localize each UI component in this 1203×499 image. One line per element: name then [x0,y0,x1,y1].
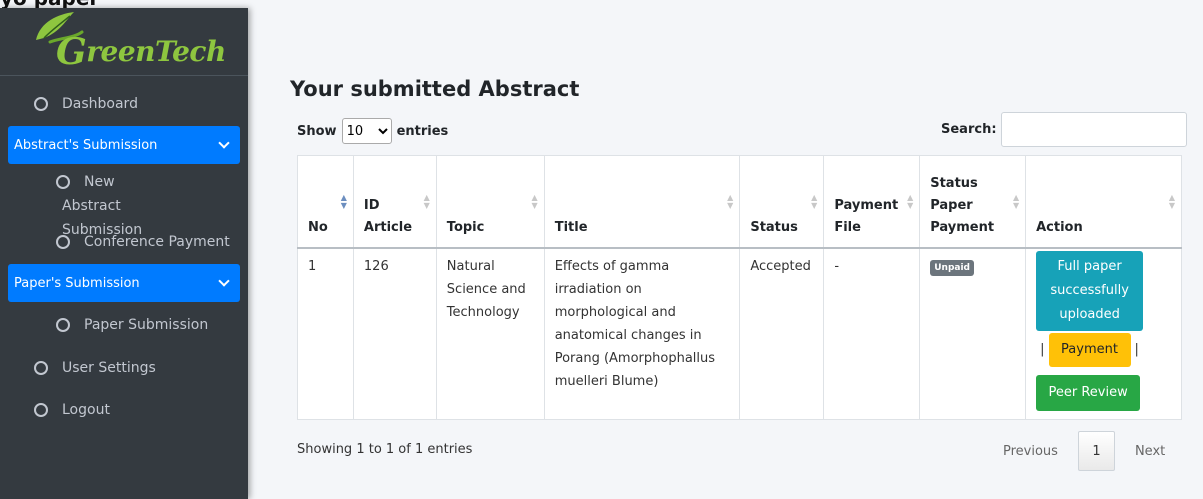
peer-review-button[interactable]: Peer Review [1036,374,1141,411]
pagination: Previous 1 Next [1003,431,1165,471]
show-label: Show [297,123,337,139]
chevron-down-icon [218,137,230,149]
sidebar-item-label: Paper Submission [84,317,209,333]
separator: | [1134,342,1139,357]
column-header-payment-file[interactable]: Payment File ▲ ▼ [823,155,921,248]
column-header-status-paper-payment[interactable]: Status Paper Payment ▲ ▼ [919,155,1027,248]
brand-name: GreenTech [56,31,226,73]
full-paper-uploaded-button[interactable]: Full paper successfully uploaded [1036,250,1144,331]
column-header-status[interactable]: Status ▲ ▼ [739,155,825,248]
column-header-id-article[interactable]: ID Article ▲ ▼ [352,155,437,248]
column-header-action[interactable]: Action ▲ ▼ [1025,155,1182,248]
cell-topic: Natural Science and Technology [435,246,545,420]
page-1-button[interactable]: 1 [1077,431,1115,471]
sidebar-item-new-abstract-submission[interactable]: New Abstract Submission [0,170,248,238]
sidebar-item-label: Abstract's Submission [14,137,158,153]
entries-label: entries [396,123,449,139]
sidebar-item-label: User Settings [62,360,156,376]
sidebar-item-label: Logout [62,402,110,418]
cell-id-article: 126 [352,246,437,420]
table-row: 1 126 Natural Science and Technology Eff… [297,246,1182,420]
chevron-down-icon [218,275,230,287]
column-header-title[interactable]: Title ▲ ▼ [543,155,741,248]
sort-icon: ▲ ▼ [727,193,734,210]
sort-asc-icon: ▲ ▼ [340,193,347,210]
table-search: Search: [941,112,1187,147]
search-input[interactable] [1000,112,1187,147]
sort-icon: ▲ ▼ [531,193,538,210]
abstract-table: No ▲ ▼ ID Article ▲ ▼ Topic ▲ ▼ Title ▲ ▼ Status… [297,155,1182,420]
circle-icon [34,403,48,417]
sidebar-item-abstract-submission[interactable]: Abstract's Submission [8,126,240,164]
sidebar: GreenTech Dashboard Abstract's Submissio… [0,8,248,499]
unpaid-badge: Unpaid [930,259,974,276]
sidebar-item-paper-submission-group[interactable]: Paper's Submission [8,264,240,302]
circle-icon [34,361,48,375]
payment-button[interactable]: Payment [1048,332,1131,367]
column-header-topic[interactable]: Topic ▲ ▼ [435,155,545,248]
sidebar-item-label: Conference Payment [84,234,230,250]
sort-icon: ▲ ▼ [1168,193,1175,210]
cell-status: Accepted [739,246,825,420]
table-info: Showing 1 to 1 of 1 entries [297,442,473,457]
sort-icon: ▲ ▼ [811,193,818,210]
circle-icon [56,318,70,332]
sidebar-item-label: Paper's Submission [14,275,140,291]
payment-row: | Payment | [1036,332,1171,367]
sidebar-item-label: New Abstract Submission [62,174,143,238]
cell-action: Full paper successfully uploaded | Payme… [1025,246,1182,420]
previous-button[interactable]: Previous [1003,444,1058,459]
sidebar-item-dashboard[interactable]: Dashboard [0,86,248,122]
entries-length-control: Show 10 entries [297,118,448,144]
cell-title: Effects of gamma irradiation on morpholo… [543,246,741,420]
cell-no: 1 [297,246,354,420]
sidebar-item-label: Dashboard [62,96,138,112]
sidebar-nav: Dashboard Abstract's Submission New Abst… [0,86,248,432]
table-header-row: No ▲ ▼ ID Article ▲ ▼ Topic ▲ ▼ Title ▲ ▼ Status… [297,155,1182,248]
sort-icon: ▲ ▼ [1012,193,1020,210]
entries-select[interactable]: 10 [341,118,392,144]
separator: | [1040,342,1045,357]
column-header-no[interactable]: No ▲ ▼ [297,155,354,248]
page-title: Your submitted Abstract [290,77,580,101]
sidebar-item-logout[interactable]: Logout [0,388,248,432]
sidebar-item-paper-submission[interactable]: Paper Submission [0,302,248,348]
circle-icon [34,97,48,111]
cell-payment-file: - [823,246,921,420]
sort-icon: ▲ ▼ [423,193,430,210]
circle-icon [56,235,70,249]
sort-icon: ▲ ▼ [907,193,914,210]
sidebar-item-user-settings[interactable]: User Settings [0,348,248,388]
cell-payment-status: Unpaid [919,246,1027,420]
next-button[interactable]: Next [1135,444,1165,459]
search-label: Search: [941,122,997,137]
brand[interactable]: GreenTech [0,8,248,76]
